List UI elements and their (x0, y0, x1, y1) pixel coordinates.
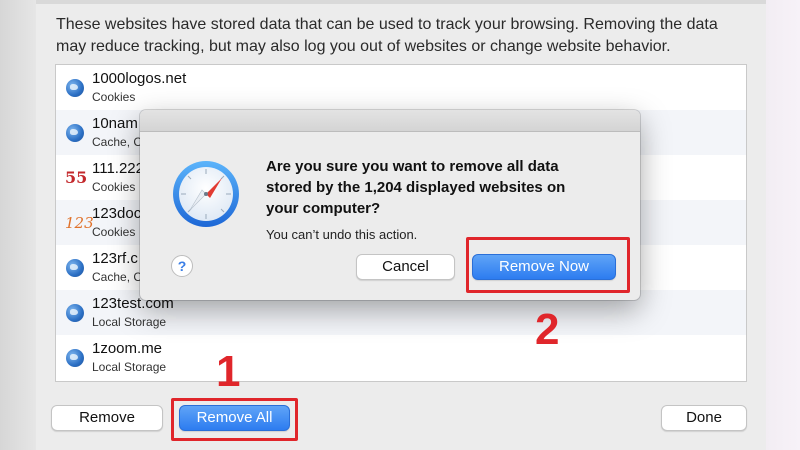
left-backdrop (0, 0, 36, 450)
annotation-box-1 (171, 398, 298, 441)
description-line-2: may reduce tracking, but may also log yo… (56, 38, 671, 55)
site-name: 111.222 (92, 160, 144, 177)
site-name: 1000logos.net (92, 70, 187, 87)
description-text: These websites have stored data that can… (56, 14, 756, 58)
window-background: These websites have stored data that can… (0, 0, 800, 450)
dialog-title-line-1: Are you sure you want to remove all data (266, 158, 559, 175)
site-data-type: Cookies (92, 180, 136, 194)
site-name: 123rf.c (92, 250, 138, 267)
help-button[interactable]: ? (171, 255, 193, 277)
site-data-type: Cache, C (92, 135, 143, 149)
site-data-type: Local Storage (92, 360, 167, 374)
annotation-box-2 (466, 237, 630, 293)
globe-icon (65, 258, 85, 278)
dialog-title-line-2: stored by the 1,204 displayed websites o… (266, 179, 566, 196)
list-item[interactable]: 1zoom.me Local Storage (56, 335, 746, 380)
dialog-warning-text: You can’t undo this action. (266, 227, 418, 242)
site-data-type: Cookies (92, 90, 136, 104)
done-button[interactable]: Done (661, 405, 747, 431)
site-data-type: Local Storage (92, 315, 167, 329)
site-name: 123doc (92, 205, 142, 222)
list-item[interactable]: 1000logos.net Cookies (56, 65, 746, 110)
globe-icon (65, 303, 85, 323)
site-data-type: Cookies (92, 225, 136, 239)
123-favicon-icon: 123 (65, 214, 94, 232)
dialog-title-line-3: your computer? (266, 200, 381, 217)
right-backdrop (766, 0, 800, 450)
safari-compass-icon (173, 161, 239, 227)
site-data-type: Cache, C (92, 270, 143, 284)
globe-icon (65, 78, 85, 98)
cancel-button[interactable]: Cancel (356, 254, 455, 280)
55-favicon-icon: 55 (65, 168, 88, 187)
globe-icon (65, 123, 85, 143)
remove-button[interactable]: Remove (51, 405, 163, 431)
site-name: 1zoom.me (92, 340, 163, 357)
globe-icon (65, 348, 85, 368)
annotation-step-2: 2 (535, 305, 560, 354)
site-name: 10nam (92, 115, 138, 132)
description-line-1: These websites have stored data that can… (56, 16, 718, 33)
dialog-titlebar (140, 110, 640, 132)
annotation-step-1: 1 (216, 347, 241, 396)
dialog-title: Are you sure you want to remove all data… (266, 156, 626, 219)
